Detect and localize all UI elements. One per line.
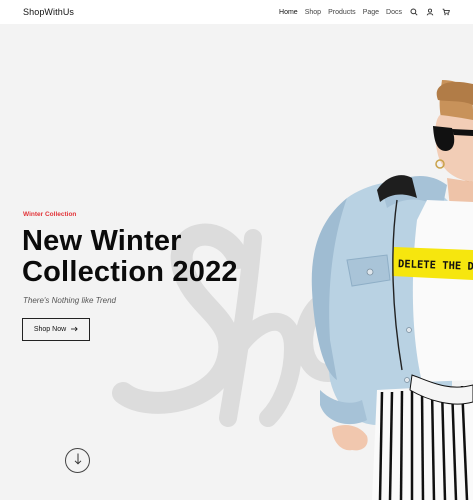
brand-logo[interactable]: ShopWithUs [23,7,74,17]
model-skirt [372,374,473,500]
main-nav: Home Shop Products Page Docs [279,8,450,17]
search-icon[interactable] [409,8,418,17]
hero-model-image: DELETE THE DRA [311,80,473,500]
nav-home[interactable]: Home [279,9,298,16]
user-icon[interactable] [425,8,434,17]
cart-icon[interactable] [441,8,450,17]
scroll-down-button[interactable] [65,448,90,473]
sunglasses-icon [433,126,455,151]
shop-now-label: Shop Now [33,326,67,333]
hero-title-line2: Collection 2022 [22,256,238,288]
top-navbar: ShopWithUs Home Shop Products Page Docs [0,0,473,24]
nav-shop[interactable]: Shop [305,9,321,16]
hero-eyebrow: Winter Collection [23,211,77,218]
nav-page[interactable]: Page [363,9,379,16]
hero-title-line1: New Winter [22,225,182,257]
nav-products[interactable]: Products [328,9,356,16]
model-hand [332,424,368,451]
shop-now-button[interactable]: Shop Now [22,318,90,341]
hero-title: New Winter Collection 2022 [22,226,238,288]
arrow-down-icon [74,452,82,470]
nav-docs[interactable]: Docs [386,9,402,16]
model-shirt [412,200,473,382]
arrow-right-icon [71,326,78,334]
hero-tagline: There's Nothing like Trend [23,296,116,305]
